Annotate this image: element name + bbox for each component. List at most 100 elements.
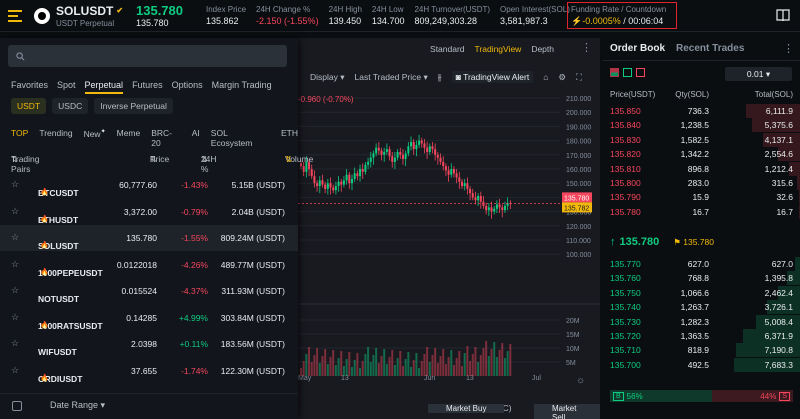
pair-row[interactable]: ☆ ETHUSDT 🔥 3,372.00 -0.79% 2.04B (USDT) <box>0 199 298 225</box>
volume-bar <box>469 361 472 376</box>
tab-usdt[interactable]: USDT <box>11 98 47 114</box>
view-bids-icon[interactable] <box>623 68 632 77</box>
bid-row[interactable]: 135.710 818.9 7,190.8 <box>603 343 800 358</box>
pair-change: -4.26% <box>181 259 208 270</box>
favorite-star-icon[interactable]: ☆ <box>11 259 19 270</box>
market-list-panel: Favorites Spot Perpetual Futures Options Marg… <box>0 38 313 419</box>
bid-row[interactable]: 135.750 1,066.6 2,462.4 <box>603 285 800 300</box>
depth-bar <box>794 257 800 271</box>
favorite-star-icon[interactable]: ☆ <box>11 232 19 243</box>
layout-book-icon[interactable] <box>776 9 790 22</box>
favorite-star-icon[interactable]: ☆ <box>11 312 19 323</box>
market-buy-button[interactable]: Market Buy <box>428 404 505 413</box>
stat-label: 24H Turnover(USDT) <box>414 5 491 14</box>
tab-category-4[interactable]: Options <box>172 80 203 94</box>
tab-sub-4[interactable]: BRC-20 <box>151 128 181 148</box>
tab-category-1[interactable]: Spot <box>57 80 76 94</box>
ask-row[interactable]: 135.830 1,582.5 4,137.1 <box>603 132 800 147</box>
ask-row[interactable]: 135.780 16.7 16.7 <box>603 204 800 219</box>
ask-row[interactable]: 135.850 736.3 6,111.9 <box>603 104 800 118</box>
tab-sub-2[interactable]: New✦ <box>84 128 106 148</box>
ask-row[interactable]: 135.810 896.8 1,212.4 <box>603 161 800 176</box>
tab-sub-5[interactable]: AI <box>192 128 200 148</box>
volume-bar <box>396 358 399 376</box>
tab-category-5[interactable]: Margin Trading <box>212 80 272 94</box>
volume-bar <box>490 349 493 376</box>
candle-body <box>401 154 404 160</box>
volume-tick-label: 20M <box>566 318 580 325</box>
market-sell-button[interactable]: Market Sell <box>534 404 600 419</box>
bid-row[interactable]: 135.760 768.8 1,395.8 <box>603 271 800 286</box>
ask-row[interactable]: 135.840 1,238.5 5,375.6 <box>603 118 800 133</box>
candle-body <box>493 208 496 212</box>
pair-row[interactable]: ☆ SOLUSDT 🔥 135.780 -1.55% 809.24M (USDT) <box>0 225 298 251</box>
ask-row[interactable]: 135.820 1,342.2 2,554.6 <box>603 147 800 162</box>
price-tick-label: 180.000 <box>566 139 591 146</box>
bid-total: 2,462.4 <box>764 287 793 298</box>
ask-total: 315.6 <box>771 178 793 188</box>
candle-body <box>410 142 413 147</box>
bid-row[interactable]: 135.700 492.5 7,683.3 <box>603 357 800 372</box>
pair-row[interactable]: ☆ 1000PEPEUSDT 🔥 0.0122018 -4.26% 489.77M (US… <box>0 252 298 278</box>
candle-body <box>444 166 447 171</box>
bid-price: 135.720 <box>610 331 641 341</box>
candle-body <box>393 157 396 162</box>
tick-size-select[interactable]: 0.01 ▾ <box>725 67 792 81</box>
tab-sub-7[interactable]: ETH <box>281 128 298 148</box>
column-change[interactable]: 24H % ⇅ <box>201 154 217 174</box>
bid-row[interactable]: 135.730 1,282.3 5,008.4 <box>603 314 800 329</box>
stat-label: 24H Low <box>371 5 404 14</box>
time-tick-label: 13 <box>341 375 349 382</box>
pair-row[interactable]: ☆ WIFUSDT 2.0398 +0.11% 183.56M (USDT) <box>0 331 298 357</box>
bid-row[interactable]: 135.770 627.0 627.0 <box>603 257 800 271</box>
ask-row[interactable]: 135.790 15.9 32.6 <box>603 190 800 205</box>
favorite-star-icon[interactable]: ☆ <box>11 338 19 349</box>
pair-row[interactable]: ☆ BTCUSDT 🔥 60,777.60 -1.43% 5.15B (USDT) <box>0 172 298 198</box>
tab-order-book[interactable]: Order Book <box>610 43 665 54</box>
tab-sub-0[interactable]: TOP <box>11 128 28 148</box>
volume-bar <box>359 368 362 376</box>
volume-bar <box>316 348 319 376</box>
pair-row[interactable]: ☆ ORDIUSDT 🔥 37.655 -1.74% 122.30M (USDT) <box>0 358 298 384</box>
search-box[interactable] <box>8 45 287 67</box>
tab-category-0[interactable]: Favorites <box>11 80 48 94</box>
tab-category-2[interactable]: Perpetual <box>84 80 124 94</box>
symbol-selector[interactable]: SOLUSDT ✔ USDT Perpetual <box>56 4 132 28</box>
bid-row[interactable]: 135.720 1,363.5 6,371.9 <box>603 329 800 343</box>
date-range-selector[interactable]: Date Range ▾ <box>0 393 298 419</box>
column-price[interactable]: Price ⇅ <box>150 154 169 165</box>
tab-sub-3[interactable]: Meme <box>117 128 141 148</box>
pair-volume: 5.15B (USDT) <box>231 180 285 190</box>
candle-body <box>321 180 324 185</box>
tab-recent-trades[interactable]: Recent Trades <box>676 43 744 54</box>
search-input[interactable] <box>31 51 271 61</box>
stat-value: -2.150 (-1.55%) <box>256 16 319 26</box>
ask-total: 4,137.1 <box>764 134 793 145</box>
tab-inverse-perpetual[interactable]: Inverse Perpetual <box>94 98 173 114</box>
ask-row[interactable]: 135.800 283.0 315.6 <box>603 176 800 190</box>
pair-row[interactable]: ☆ NOTUSDT 0.015524 -4.37% 311.93M (USDT) <box>0 278 298 304</box>
bid-price: 135.770 <box>610 259 641 269</box>
bid-row[interactable]: 135.740 1,263.7 3,726.1 <box>603 300 800 315</box>
candle-body <box>428 146 431 152</box>
favorite-star-icon[interactable]: ☆ <box>11 179 19 190</box>
view-both-icon[interactable] <box>610 68 619 77</box>
price-tick-label: 150.000 <box>566 181 591 188</box>
candle-body <box>377 147 380 151</box>
pair-row[interactable]: ☆ 1000RATSUSDT 🔥 0.14285 +4.99% 303.84M (USDT… <box>0 305 298 331</box>
tab-sub-6[interactable]: SOL Ecosystem <box>211 128 270 148</box>
tab-usdc[interactable]: USDC <box>52 98 89 114</box>
tab-sub-1[interactable]: Trending <box>39 128 72 148</box>
candle-body <box>353 173 356 179</box>
tab-category-3[interactable]: Futures <box>132 80 163 94</box>
column-trading-pairs[interactable]: Trading Pairs ⇅ <box>11 154 40 174</box>
favorite-star-icon[interactable]: ☆ <box>11 285 19 296</box>
pair-price: 0.14285 <box>126 312 157 323</box>
stat-value: 135.862 <box>206 16 239 26</box>
orderbook-more-icon[interactable]: ⋮ <box>783 42 794 55</box>
view-asks-icon[interactable] <box>636 68 645 77</box>
favorite-star-icon[interactable]: ☆ <box>11 365 19 376</box>
pair-price: 0.015524 <box>121 286 157 296</box>
menu-icon[interactable] <box>0 0 30 32</box>
favorite-star-icon[interactable]: ☆ <box>11 206 19 217</box>
